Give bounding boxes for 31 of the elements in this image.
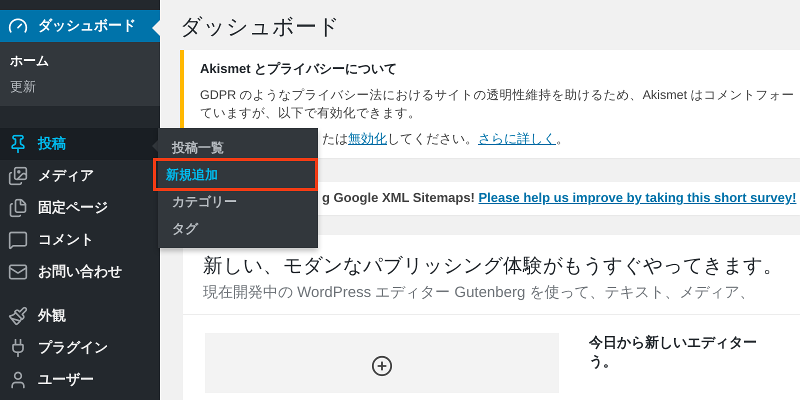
notice-text: GDPR のようなプライバシー法におけるサイトの透明性維持を助けるため、Akismet はコメントフォー bbox=[200, 87, 796, 104]
sidebar-item[interactable]: ユーザー bbox=[0, 364, 160, 396]
add-icon[interactable] bbox=[371, 355, 393, 377]
submenu-item[interactable]: ホーム bbox=[0, 48, 59, 74]
welcome-subtitle: 現在開発中の WordPress エディター Gutenberg を使って、テキスト、メディア、 bbox=[203, 283, 756, 302]
sidebar-item[interactable]: 固定ページ bbox=[0, 192, 160, 224]
survey-link[interactable]: Please help us improve by taking this short survey! bbox=[478, 190, 796, 205]
paintbrush-icon bbox=[8, 306, 28, 326]
sidebar-item[interactable]: お問い合わせ bbox=[0, 256, 160, 288]
envelope-icon bbox=[8, 262, 28, 282]
sidebar-item[interactable]: 外観 bbox=[0, 300, 160, 332]
sidebar-item[interactable]: コメント bbox=[0, 224, 160, 256]
sidebar-item[interactable]: ダッシュボード bbox=[0, 10, 160, 42]
sidebar-item[interactable]: プラグイン bbox=[0, 332, 160, 364]
submenu-item[interactable]: タグ bbox=[158, 215, 318, 242]
speech-bubble-icon bbox=[8, 230, 28, 250]
page-title: ダッシュボード bbox=[180, 13, 341, 41]
welcome-heading: 新しい、モダンなパブリッシング体験がもうすぐやってきます。 bbox=[203, 254, 780, 279]
notice-text: ていますが、以下で有効化できます。 bbox=[200, 105, 422, 122]
learn-more-link[interactable]: さらに詳しく bbox=[478, 131, 556, 146]
images-icon bbox=[8, 166, 28, 186]
sidebar-item[interactable]: 投稿 bbox=[0, 128, 160, 160]
disable-link[interactable]: 無効化 bbox=[348, 131, 387, 146]
welcome-text: う。 bbox=[589, 352, 618, 371]
submenu-item[interactable]: カテゴリー bbox=[158, 188, 318, 215]
submenu-item[interactable]: 投稿一覧 bbox=[158, 134, 318, 161]
welcome-text: 今日から新しいエディター bbox=[589, 333, 757, 352]
submenu-item[interactable]: 更新 bbox=[0, 74, 46, 100]
pages-icon bbox=[8, 198, 28, 218]
notice-title: Akismet とプライバシーについて bbox=[200, 60, 398, 78]
submenu-item[interactable]: 新規追加 bbox=[153, 158, 318, 191]
